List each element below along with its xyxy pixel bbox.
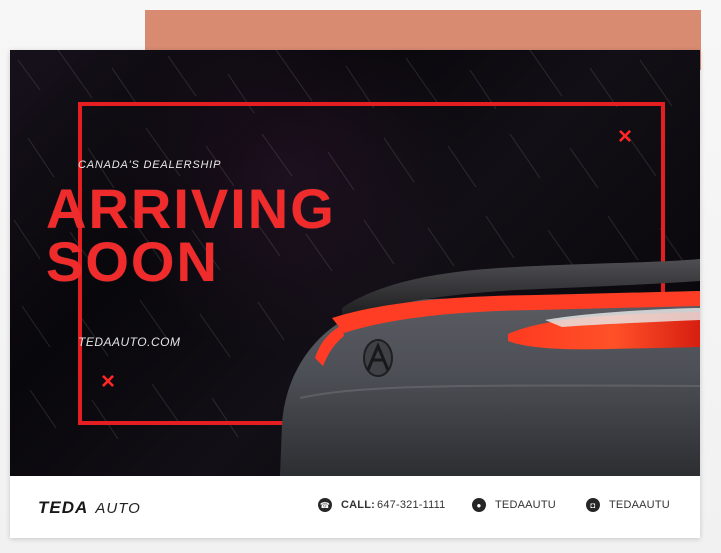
camera-icon: ◘ bbox=[586, 498, 600, 512]
instagram-handle: TEDAAUTU bbox=[609, 499, 670, 511]
website-text: TEDAAUTO.COM bbox=[78, 335, 181, 349]
headline-line-1: ARRIVING bbox=[46, 177, 336, 240]
brand-name: TEDA bbox=[38, 498, 88, 517]
page: × × CANADA'S DEALERSHIP ARRIVING SOON TE… bbox=[0, 0, 721, 553]
dealership-kicker: CANADA'S DEALERSHIP bbox=[78, 159, 222, 171]
instagram-contact[interactable]: ◘ TEDAAUTU bbox=[586, 498, 670, 512]
wechat-contact[interactable]: ● TEDAAUTU bbox=[472, 498, 556, 512]
call-label: CALL: bbox=[341, 499, 375, 511]
wechat-icon: ● bbox=[472, 498, 486, 512]
contact-footer: TEDA AUTO ☎ CALL: 647-321-1111 ● TEDAAUT… bbox=[10, 476, 700, 538]
phone-number: 647-321-1111 bbox=[377, 499, 446, 511]
phone-contact[interactable]: ☎ CALL: 647-321-1111 bbox=[318, 498, 445, 512]
brand-suffix: AUTO bbox=[95, 500, 141, 517]
phone-icon: ☎ bbox=[318, 498, 332, 512]
hero-banner: × × CANADA'S DEALERSHIP ARRIVING SOON TE… bbox=[10, 50, 700, 476]
close-mark-top: × bbox=[618, 123, 633, 150]
wechat-handle: TEDAAUTU bbox=[495, 499, 556, 511]
promo-card: × × CANADA'S DEALERSHIP ARRIVING SOON TE… bbox=[10, 50, 700, 538]
brand-logo: TEDA AUTO bbox=[38, 498, 141, 518]
car-rear-image bbox=[280, 259, 700, 476]
close-mark-bottom: × bbox=[101, 368, 116, 395]
